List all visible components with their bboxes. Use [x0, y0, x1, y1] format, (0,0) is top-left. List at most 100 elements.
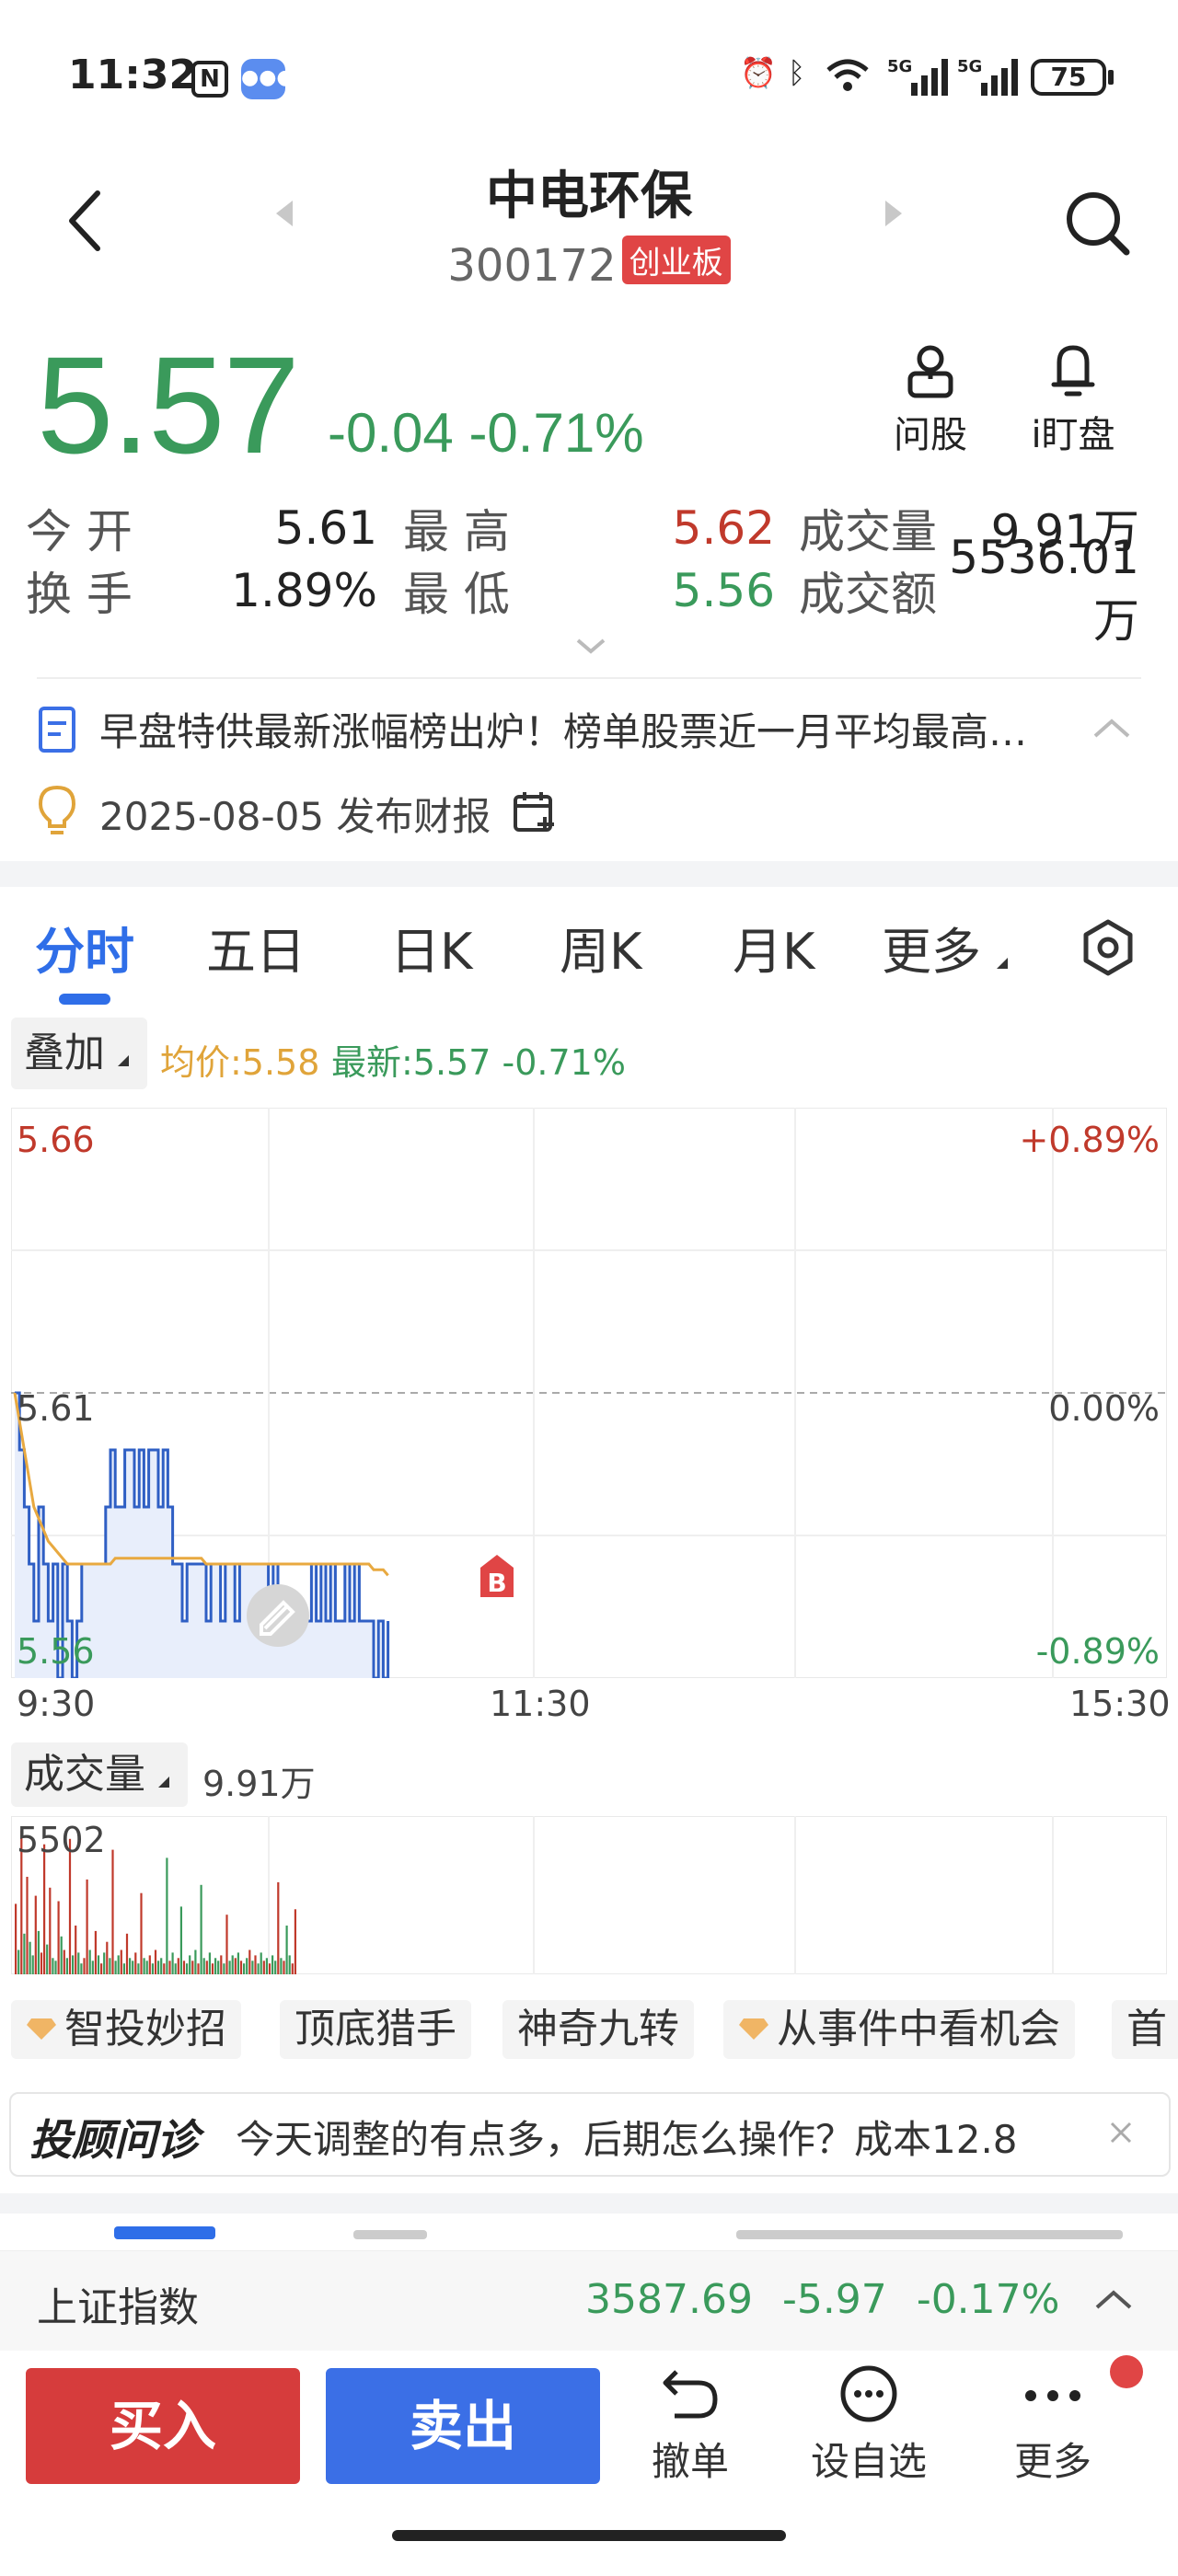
add-watchlist-label: 设自选 [810, 2439, 927, 2484]
volume-button[interactable]: 成交量 [11, 1742, 188, 1807]
document-icon [39, 707, 75, 753]
stock-code-line: 300172 创业板 [0, 236, 1178, 292]
volume-bar [46, 1944, 49, 1974]
tab-five-day[interactable]: 五日 [206, 911, 306, 983]
sell-button[interactable]: 卖出 [326, 2368, 600, 2484]
draw-tool-icon[interactable] [247, 1584, 309, 1647]
add-watchlist-button[interactable]: 设自选 [804, 2364, 933, 2487]
expand-chevron-icon[interactable] [574, 635, 607, 657]
index-values: 3587.69 -5.97 -0.17% [585, 2276, 1059, 2323]
volume-bar [237, 1952, 239, 1974]
change-percent: -0.71% [468, 402, 644, 464]
volume-bar [160, 1958, 163, 1974]
current-price: 5.57 [37, 328, 300, 482]
tab-monthly-k[interactable]: 月K [733, 911, 814, 983]
open-value: 5.61 [274, 501, 377, 555]
index-value: 3587.69 [585, 2276, 753, 2323]
watch-button[interactable]: i盯盘 [1018, 342, 1128, 458]
volume-bar [120, 1949, 122, 1974]
search-icon[interactable] [1062, 188, 1132, 258]
collapse-chevron-icon[interactable] [1091, 716, 1132, 742]
chip-label: 智投妙招 [64, 2006, 226, 2053]
change-value: -0.04 [328, 402, 454, 464]
caret-icon [158, 1777, 169, 1788]
stat-row-2: 换 手 1.89% 最 低 5.56 成交额 5536.01万 [26, 531, 1158, 648]
tab-intraday[interactable]: 分时 [35, 911, 134, 983]
volume-bar [151, 1963, 154, 1974]
volume-bar [86, 1879, 88, 1974]
watch-label: i盯盘 [1031, 414, 1115, 456]
advisor-question[interactable]: 今天调整的有点多，后期怎么操作？成本12.8 [236, 2109, 1018, 2165]
volume-bar [166, 1857, 168, 1974]
buy-button[interactable]: 买入 [26, 2368, 300, 2484]
volume-bar [23, 1933, 26, 1974]
home-indicator[interactable] [392, 2530, 786, 2541]
chip-smart-tips[interactable]: 智投妙招 [11, 2000, 241, 2059]
next-stock-icon[interactable] [885, 201, 902, 226]
x-tick-noon: 11:30 [490, 1684, 591, 1724]
volume-bar [94, 1930, 97, 1974]
volume-bar [202, 1958, 205, 1974]
volume-bar [182, 1961, 186, 1974]
y-tick-mid: 5.61 [17, 1388, 95, 1429]
alarm-icon: ⏰ [740, 55, 777, 90]
volume-bar [75, 1926, 77, 1974]
chip-event-opportunity[interactable]: 从事件中看机会 [723, 2000, 1075, 2059]
volume-bar [106, 1941, 109, 1974]
event-text[interactable]: 2025-08-05 发布财报 [99, 786, 491, 842]
volume-bar [277, 1881, 280, 1974]
volume-bar [274, 1961, 277, 1974]
settings-icon[interactable] [1080, 918, 1136, 977]
advisor-brand: 投顾问诊 [29, 2115, 199, 2165]
tab-daily-k[interactable]: 日K [390, 911, 472, 983]
chip-nine-turn[interactable]: 神奇九转 [502, 2000, 694, 2059]
ask-stock-label: 问股 [894, 414, 967, 456]
volume-bar [291, 1963, 294, 1974]
volume-bar [262, 1961, 265, 1974]
volume-bar [91, 1961, 94, 1974]
volume-bar [243, 1963, 246, 1974]
y-pct-low: -0.89% [1036, 1631, 1160, 1672]
more-icon [1025, 2390, 1080, 2401]
index-change-pct: -0.17% [916, 2276, 1060, 2323]
chip-first[interactable]: 首 [1112, 2000, 1178, 2059]
status-bar: 11:32 N ●●● ⏰ ᛒ 5G 5G 75 [0, 0, 1178, 156]
caret-icon [997, 958, 1009, 969]
news-headline[interactable]: 早盘特供最新涨幅榜出炉！榜单股票近一月平均最高… [99, 701, 1027, 757]
more-button[interactable]: 更多 [1001, 2364, 1104, 2487]
ask-stock-button[interactable]: 问股 [882, 342, 979, 458]
svg-text:5G: 5G [957, 57, 982, 76]
volume-bar [60, 1936, 63, 1974]
volume-bar [125, 1933, 129, 1974]
calendar-add-icon[interactable] [512, 789, 558, 835]
high-value: 5.62 [672, 501, 775, 555]
average-price: 均价:5.58 [160, 1042, 320, 1083]
x-tick-close: 15:30 [1069, 1684, 1171, 1724]
volume-bar [54, 1961, 57, 1974]
volume-chart[interactable] [11, 1816, 1167, 1974]
intraday-chart[interactable]: 5.66 5.61 5.56 +0.89% 0.00% -0.89% B [11, 1108, 1167, 1678]
more-label: 更多 [1013, 2439, 1091, 2484]
volume-bar [246, 1958, 248, 1974]
volume-bar [157, 1961, 160, 1974]
y-pct-high: +0.89% [1019, 1120, 1160, 1160]
cancel-order-button[interactable]: 撤单 [639, 2364, 742, 2487]
feature-chips: 智投妙招 顶底猎手 神奇九转 从事件中看机会 首 [11, 2000, 1178, 2059]
volume-bar [132, 1961, 134, 1974]
tab-more[interactable]: 更多 [882, 911, 1009, 983]
volume-bar [80, 1963, 83, 1974]
tab-weekly-k[interactable]: 周K [560, 911, 641, 983]
volume-max-label: 5502 [17, 1820, 106, 1860]
chip-top-bottom[interactable]: 顶底猎手 [280, 2000, 471, 2059]
low-value: 5.56 [672, 564, 775, 617]
volume-bar [294, 1909, 296, 1974]
overlay-button[interactable]: 叠加 [11, 1018, 147, 1089]
volume-bar [117, 1955, 120, 1974]
index-expand-icon[interactable] [1093, 2287, 1134, 2313]
cancel-order-label: 撤单 [651, 2439, 729, 2484]
close-icon[interactable] [1108, 2120, 1134, 2145]
volume-bar [129, 1958, 132, 1974]
volume-bar [154, 1949, 157, 1974]
message-icon: ●●● [241, 59, 294, 99]
x-tick-open: 9:30 [17, 1684, 96, 1724]
